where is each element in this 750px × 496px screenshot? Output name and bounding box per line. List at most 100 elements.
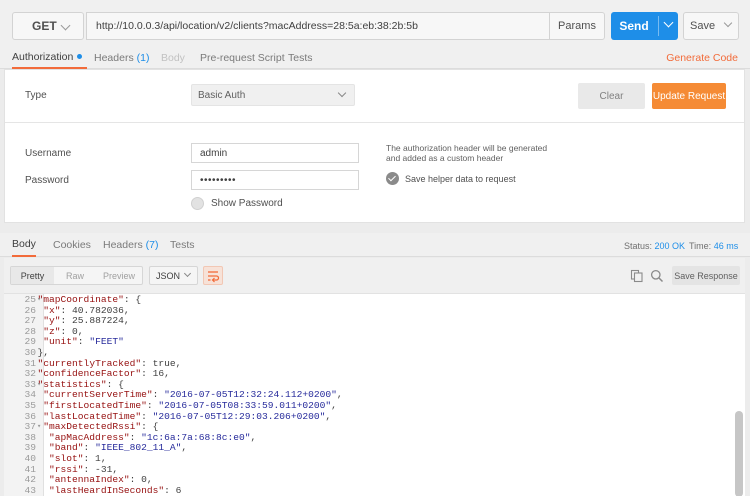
tab-response-body[interactable]: Body <box>12 233 36 257</box>
json-string: "2016-07-05T12:29:03.206+0200" <box>152 410 326 422</box>
scrollbar-thumb[interactable] <box>735 411 743 496</box>
tab-authorization[interactable]: Authorization <box>12 46 87 69</box>
format-value: JSON <box>156 270 181 281</box>
json-string: "2016-07-05T12:32:24.112+0200" <box>164 389 337 401</box>
save-button[interactable]: Save <box>683 12 739 40</box>
json-key: "lastHeardInSeconds" <box>49 484 165 496</box>
json-token: : <box>152 389 165 401</box>
view-mode-segmented: Pretty Raw Preview <box>10 266 143 285</box>
chevron-down-icon[interactable] <box>723 18 733 28</box>
auth-info-text: The authorization header will be generat… <box>386 143 548 163</box>
preview-button[interactable]: Preview <box>96 267 142 284</box>
json-token: : <box>141 410 153 422</box>
tab-response-headers[interactable]: Headers (7) <box>103 233 158 257</box>
code-text: "lastHeardInSeconds": 6 <box>49 484 182 496</box>
json-token: : 0, <box>60 325 84 337</box>
json-token: : 40.782036, <box>60 304 130 316</box>
save-helper-label: Save helper data to request <box>405 174 516 184</box>
tab-headers[interactable]: Headers (1) <box>94 46 149 69</box>
tab-pre-request-script[interactable]: Pre-request Script <box>200 46 285 69</box>
json-token: : 1, <box>83 453 107 464</box>
json-token: : <box>129 431 142 443</box>
format-select[interactable]: JSON <box>149 266 198 285</box>
json-token: : <box>83 442 96 454</box>
json-token: , <box>181 442 188 454</box>
tab-count: (1) <box>136 51 150 64</box>
line-number: 30 <box>24 347 36 358</box>
json-token: , <box>336 389 343 401</box>
show-password-checkbox[interactable] <box>191 197 204 210</box>
divider <box>5 122 744 123</box>
tab-count: (7) <box>145 239 159 251</box>
code-line: 29 "unit": "FEET" <box>4 337 745 348</box>
json-key: "statistics" <box>37 378 107 390</box>
json-token: : <box>146 400 159 411</box>
clear-button[interactable]: Clear <box>578 83 645 109</box>
password-label: Password <box>25 175 69 186</box>
update-request-button[interactable]: Update Request <box>652 83 726 109</box>
username-label: Username <box>25 148 72 159</box>
username-field[interactable]: admin <box>191 143 359 163</box>
chevron-down-icon <box>60 20 71 31</box>
json-token: : 6 <box>164 484 182 496</box>
json-string: "2016-07-05T08:33:59.011+0200" <box>158 400 332 411</box>
tab-body[interactable]: Body <box>161 46 185 69</box>
json-token: : <box>77 336 90 348</box>
response-body-toolbar: Pretty Raw Preview JSON Save Response <box>4 258 745 293</box>
tab-response-tests[interactable]: Tests <box>170 233 195 257</box>
json-token: : 0, <box>129 474 153 486</box>
code-text: "unit": "FEET" <box>43 337 124 348</box>
copy-icon[interactable] <box>630 269 644 283</box>
json-token: : { <box>123 294 142 305</box>
active-dot-icon <box>77 54 83 59</box>
json-key: "mapCoordinate" <box>37 294 124 305</box>
json-key: "maxDetectedRssi" <box>43 421 142 433</box>
status-label: Status: <box>624 241 653 251</box>
auth-type-select[interactable]: Basic Auth <box>191 84 355 106</box>
status-value: 200 OK <box>654 241 686 251</box>
json-key: "band" <box>49 442 84 454</box>
json-key: "currentServerTime" <box>43 389 153 401</box>
response-body-code[interactable]: 25 ▾ "mapCoordinate": {26 "x": 40.782036, 27… <box>4 293 745 496</box>
line-number: 40 <box>24 453 36 464</box>
postman-window: GET http://10.0.0.3/api/location/v2/clie… <box>0 0 750 496</box>
json-key: "rssi" <box>49 463 84 475</box>
json-token: : { <box>106 378 124 390</box>
json-token: : { <box>141 421 159 433</box>
show-password-label: Show Password <box>211 198 283 209</box>
search-icon[interactable] <box>650 269 664 283</box>
params-button[interactable]: Params <box>549 12 605 40</box>
json-token: , <box>250 431 257 443</box>
pretty-button[interactable]: Pretty <box>11 267 54 284</box>
method-select[interactable]: GET <box>12 12 84 40</box>
raw-button[interactable]: Raw <box>55 267 95 284</box>
auth-type-value: Basic Auth <box>198 89 246 101</box>
json-key: "firstLocatedTime" <box>43 400 147 411</box>
json-key: "unit" <box>43 336 78 348</box>
json-key: "slot" <box>49 453 84 464</box>
password-field[interactable]: ••••••••• <box>191 170 359 190</box>
json-key: "antennaIndex" <box>49 474 130 486</box>
tab-cookies[interactable]: Cookies <box>53 233 91 257</box>
checkmark-icon[interactable] <box>386 172 399 185</box>
fold-toggle-icon[interactable]: ▾ <box>37 422 41 433</box>
status-readout: Status: 200 OK <box>624 241 685 251</box>
json-string: "IEEE_802_11_A" <box>95 442 182 454</box>
json-token: }, <box>37 347 50 358</box>
tab-tests[interactable]: Tests <box>288 46 313 69</box>
json-string: "FEET" <box>89 336 124 348</box>
save-response-button[interactable]: Save Response <box>672 266 740 285</box>
time-value: 46 ms <box>713 241 739 251</box>
wrap-lines-button[interactable] <box>203 266 223 285</box>
request-tabs: Authorization Headers (1) Body Pre-reque… <box>0 46 750 69</box>
time-label: Time: <box>689 241 712 251</box>
json-token: : -31, <box>83 463 119 475</box>
chevron-down-icon <box>337 88 347 98</box>
json-token: , <box>331 400 337 411</box>
generate-code-link[interactable]: Generate Code <box>666 52 738 64</box>
json-key: "lastLocatedTime" <box>43 410 142 422</box>
chevron-down-icon[interactable] <box>663 17 674 28</box>
send-button[interactable]: Send <box>611 12 678 40</box>
url-input[interactable]: http://10.0.0.3/api/location/v2/clients?… <box>86 12 552 40</box>
line-number: 25 <box>24 294 36 305</box>
